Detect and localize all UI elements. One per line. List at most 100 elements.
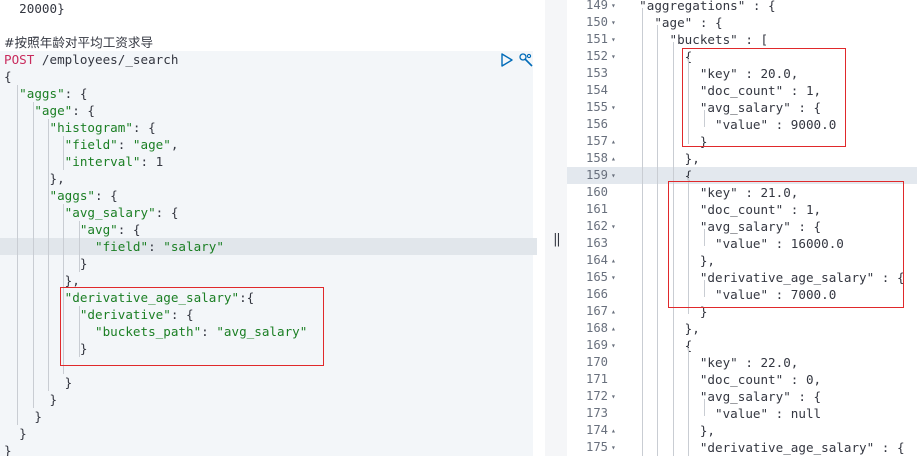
code-token: }, [624,423,715,438]
fold-open-icon[interactable]: ▾ [611,269,616,286]
fold-open-icon[interactable]: ▾ [611,337,616,354]
code-token: }, [4,273,80,288]
resize-handle-icon[interactable]: ‖ [553,232,561,248]
code-token: } [4,375,73,390]
response-line[interactable]: "age" : { [624,14,917,31]
line-number: 150 [585,15,608,29]
request-line[interactable] [0,17,545,34]
fold-close-icon[interactable]: ▴ [611,303,616,320]
code-token: : { [72,103,96,118]
request-line[interactable]: } [0,391,545,408]
request-line[interactable]: "interval": 1 [0,153,545,170]
code-token: "value" : null [624,406,822,421]
code-token: "key" : 22.0, [624,355,799,370]
play-icon[interactable] [499,52,515,68]
code-token: "avg" [79,222,118,237]
fold-close-icon[interactable]: ▴ [611,320,616,337]
fold-open-icon[interactable]: ▾ [611,388,616,405]
code-token: "aggregations" : { [624,0,776,13]
code-token: }, [624,321,700,336]
line-number: 161 [585,202,608,216]
request-line[interactable]: "histogram": { [0,119,545,136]
line-number: 173 [585,406,608,420]
request-line[interactable]: "aggs": { [0,187,545,204]
line-number: 159 [585,168,608,182]
fold-close-icon[interactable]: ▴ [611,150,616,167]
code-token: { [624,338,693,353]
fold-open-icon[interactable]: ▾ [611,439,616,456]
request-line[interactable]: } [0,408,545,425]
code-token: : [148,239,164,254]
request-editor[interactable]: 20000} #按照年龄对平均工资求导 POST /employees/_searc… [0,0,545,456]
response-line[interactable]: "doc_count" : 0, [624,371,917,388]
wrench-icon[interactable] [518,52,534,68]
fold-open-icon[interactable]: ▾ [611,99,616,116]
line-number: 165 [585,270,608,284]
request-line[interactable]: }, [0,170,545,187]
annotation-box-derivative-request [60,287,324,366]
line-number: 169 [585,338,608,352]
response-viewer[interactable]: 149 ▾ "aggregations" : {150 ▾ "age" : {151… [567,0,917,456]
panel-divider[interactable] [545,0,567,456]
fold-open-icon[interactable]: ▾ [611,0,616,14]
indent-guide [79,221,80,272]
fold-close-icon[interactable]: ▴ [611,422,616,439]
response-line[interactable]: "value" : null [624,405,917,422]
line-number: 167 [585,304,608,318]
request-line[interactable]: } [0,425,545,442]
code-token: "interval" [64,154,141,169]
request-line[interactable]: } [0,374,545,391]
code-token: : 1 [140,154,164,169]
code-token: } [4,426,27,441]
code-token: } [4,392,58,407]
request-line[interactable]: #按照年龄对平均工资求导 [0,34,545,51]
line-number: 171 [585,372,608,386]
response-line[interactable]: "derivative_age_salary" : { [624,439,917,456]
fold-open-icon[interactable]: ▾ [611,14,616,31]
request-line[interactable]: "aggs": { [0,85,545,102]
line-number: 152 [585,49,608,63]
line-number: 155 [585,100,608,114]
fold-open-icon[interactable]: ▾ [611,31,616,48]
code-token: : [117,137,133,152]
request-line[interactable]: } [0,255,545,272]
line-number: 168 [585,321,608,335]
fold-open-icon[interactable]: ▾ [611,167,616,184]
request-line[interactable]: "field": "age", [0,136,545,153]
response-line[interactable]: "buckets" : [ [624,31,917,48]
request-line[interactable]: 20000} [0,0,545,17]
request-line[interactable]: } [0,442,545,456]
code-token: /employees/_search [34,52,179,67]
response-line[interactable]: { [624,337,917,354]
request-line[interactable]: "field": "salary" [0,238,537,255]
response-line[interactable]: "avg_salary" : { [624,388,917,405]
response-line[interactable]: "aggregations" : { [624,0,917,14]
indent-guide [688,348,689,456]
request-line[interactable]: { [0,68,545,85]
request-line[interactable]: POST /employees/_search [0,51,545,68]
code-token: "age" : { [624,15,723,30]
response-line[interactable]: "key" : 22.0, [624,354,917,371]
line-number: 172 [585,389,608,403]
response-line[interactable]: }, [624,320,917,337]
fold-close-icon[interactable]: ▴ [611,252,616,269]
line-number: 175 [585,440,608,454]
request-line[interactable]: "avg": { [0,221,545,238]
request-line[interactable]: "avg_salary": { [0,204,545,221]
fold-close-icon[interactable]: ▴ [611,133,616,150]
response-line[interactable]: }, [624,422,917,439]
code-token: : { [64,86,88,101]
line-number: 149 [585,0,608,12]
request-line[interactable]: "age": { [0,102,545,119]
fold-open-icon[interactable]: ▾ [611,218,616,235]
fold-open-icon[interactable]: ▾ [611,48,616,65]
response-line[interactable]: }, [624,150,917,167]
comment-text: #按照年龄对平均工资求导 [4,35,154,50]
